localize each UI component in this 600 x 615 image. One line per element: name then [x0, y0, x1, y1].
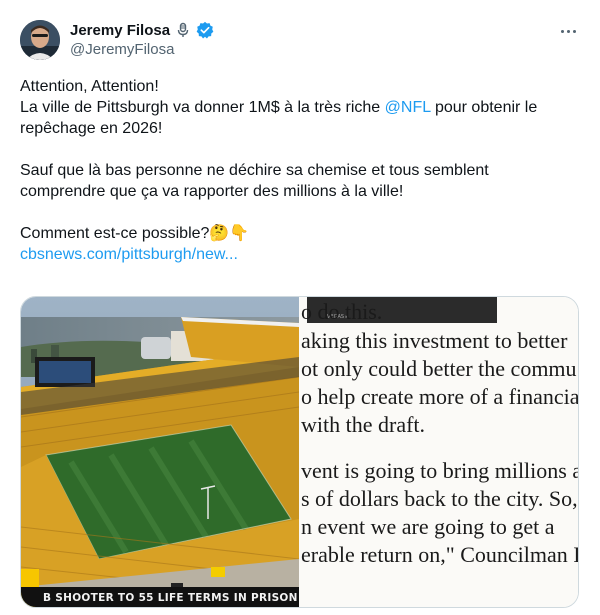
link-card-media[interactable]: H B SHOOTER TO 55 LIFE TERMS IN PRISON V… — [20, 296, 579, 608]
tweet-line: Sauf que là bas personne ne déchire sa c… — [20, 162, 489, 179]
tweet-line: comprendre que ça va rapporter des milli… — [20, 183, 404, 200]
article-link[interactable]: cbsnews.com/pittsburgh/new... — [20, 244, 565, 265]
tweet-text: Attention, Attention! La ville de Pittsb… — [20, 76, 565, 265]
more-options-button[interactable] — [556, 22, 580, 40]
article-text-line: n event we are going to get a — [301, 514, 555, 539]
article-text-line: o do this. — [301, 299, 383, 324]
tweet-line: Comment est-ce possible?🤔👇 — [20, 225, 250, 242]
microphone-icon — [174, 21, 192, 39]
article-text-line: o help create more of a financia — [301, 384, 579, 409]
author-name-row: Jeremy Filosa — [70, 20, 214, 40]
article-text-line: ot only could better the commu — [301, 356, 577, 381]
verified-badge-icon[interactable] — [196, 21, 214, 39]
tweet-line: Attention, Attention! — [20, 78, 159, 95]
article-screenshot: VEGAS ▸ o do this. aking this investment… — [299, 297, 579, 607]
stadium-video-thumbnail[interactable]: H B SHOOTER TO 55 LIFE TERMS IN PRISON — [21, 297, 299, 607]
tweet-line: La ville de Pittsburgh va donner 1M$ à l… — [20, 97, 565, 118]
article-text-line: vent is going to bring millions a — [301, 458, 579, 483]
author-display-name[interactable]: Jeremy Filosa — [70, 22, 170, 39]
tweet-line: repêchage en 2026! — [20, 120, 163, 137]
tweet-text-segment: La ville de Pittsburgh va donner 1M$ à l… — [20, 99, 385, 116]
article-text-line: aking this investment to better — [301, 328, 568, 353]
article-text-line: s of dollars back to the city. So, — [301, 486, 578, 511]
avatar[interactable] — [20, 20, 60, 60]
tweet[interactable]: Jeremy Filosa @JeremyFilosa Attention, A… — [0, 0, 600, 615]
article-text-line: erable return on," Councilman I — [301, 542, 579, 567]
article-text-line: with the draft. — [301, 412, 426, 437]
more-icon — [560, 29, 564, 33]
author-handle[interactable]: @JeremyFilosa — [70, 41, 174, 58]
news-chyron: B SHOOTER TO 55 LIFE TERMS IN PRISON — [21, 587, 299, 607]
nfl-mention-link[interactable]: @NFL — [385, 99, 431, 116]
tweet-text-segment: pour obtenir le — [430, 99, 538, 116]
